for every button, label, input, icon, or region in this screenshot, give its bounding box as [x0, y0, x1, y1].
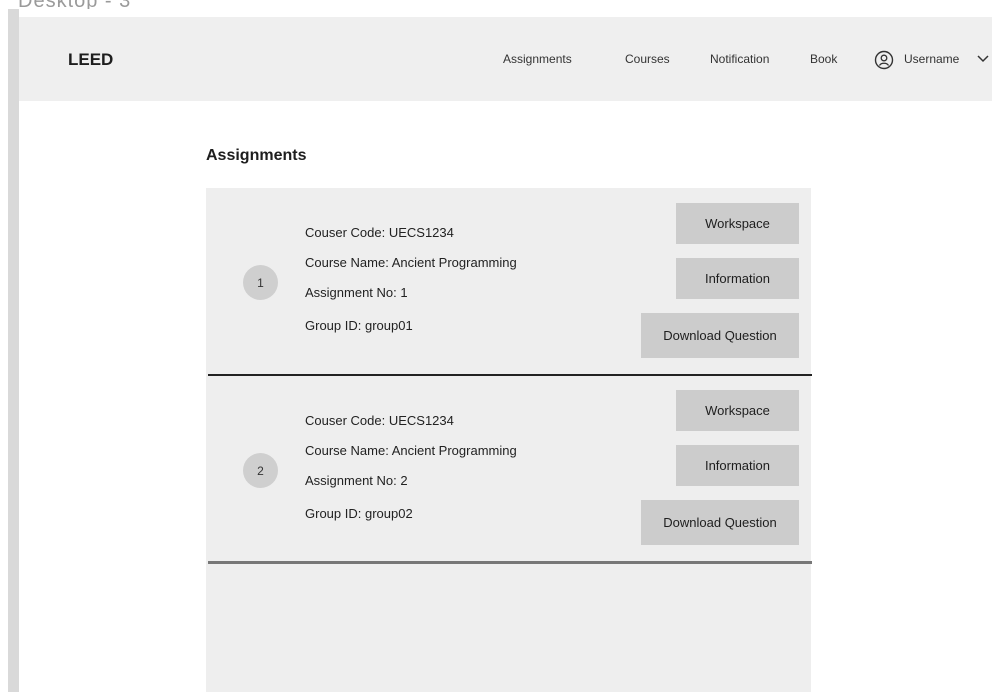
user-circle-icon[interactable] — [874, 50, 894, 70]
assignment-card: 2 Couser Code: UECS1234 Course Name: Anc… — [206, 376, 811, 563]
information-button[interactable]: Information — [676, 445, 799, 486]
nav-notification[interactable]: Notification — [710, 52, 769, 66]
app-canvas: Desktop - 3 LEED Assignments Courses Not… — [0, 0, 992, 692]
assignment-number-badge: 2 — [243, 453, 278, 488]
assignment-number: Assignment No: 2 — [305, 473, 408, 488]
workspace-button[interactable]: Workspace — [676, 390, 799, 431]
workspace-button[interactable]: Workspace — [676, 203, 799, 244]
assignment-card: 1 Couser Code: UECS1234 Course Name: Anc… — [206, 188, 811, 375]
course-name: Course Name: Ancient Programming — [305, 255, 517, 270]
group-id: Group ID: group01 — [305, 318, 413, 333]
course-code: Couser Code: UECS1234 — [305, 225, 454, 240]
chevron-down-icon[interactable] — [976, 54, 990, 64]
assignment-divider — [208, 561, 812, 564]
page-title: Assignments — [206, 147, 307, 164]
information-button[interactable]: Information — [676, 258, 799, 299]
assignment-number: Assignment No: 1 — [305, 285, 408, 300]
assignment-number-badge: 1 — [243, 265, 278, 300]
group-id: Group ID: group02 — [305, 506, 413, 521]
download-question-button[interactable]: Download Question — [641, 500, 799, 545]
app-logo[interactable]: LEED — [68, 50, 113, 70]
nav-courses[interactable]: Courses — [625, 52, 670, 66]
top-navigation-bar: LEED Assignments Courses Notification Bo… — [19, 17, 992, 101]
nav-book[interactable]: Book — [810, 52, 837, 66]
download-question-button[interactable]: Download Question — [641, 313, 799, 358]
course-code: Couser Code: UECS1234 — [305, 413, 454, 428]
nav-assignments[interactable]: Assignments — [503, 52, 572, 66]
course-name: Course Name: Ancient Programming — [305, 443, 517, 458]
username-label[interactable]: Username — [904, 52, 959, 66]
